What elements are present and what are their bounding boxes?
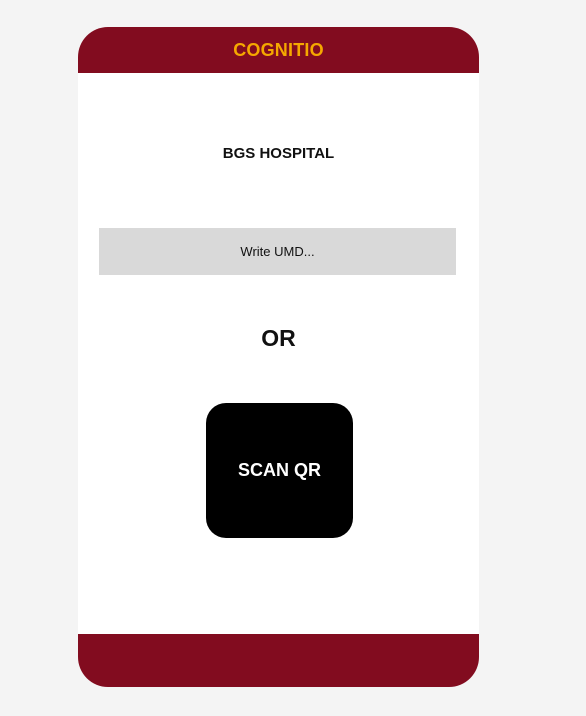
app-header: COGNITIO (78, 27, 479, 73)
app-title: COGNITIO (233, 39, 324, 60)
umd-input[interactable] (99, 228, 456, 275)
scan-qr-button[interactable]: SCAN QR (206, 403, 353, 538)
hospital-name: BGS HOSPITAL (222, 145, 335, 162)
app-screen: COGNITIO BGS HOSPITAL OR SCAN QR (78, 27, 479, 687)
app-footer (78, 634, 479, 687)
or-divider-text: OR (261, 325, 296, 351)
scan-qr-label: SCAN QR (237, 460, 321, 480)
